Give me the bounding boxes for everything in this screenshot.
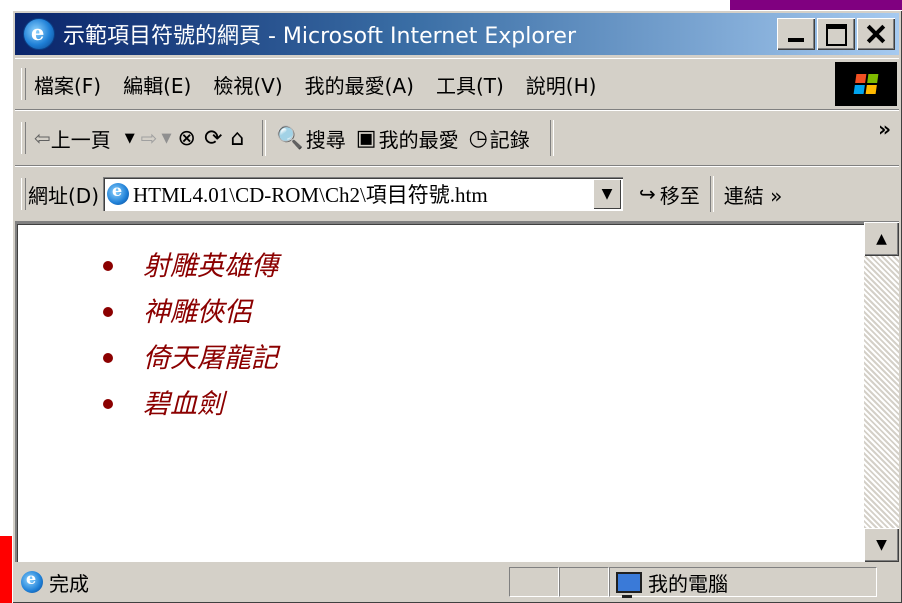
scroll-down-icon[interactable]: ▼ — [864, 528, 899, 562]
status-cell-progress — [509, 567, 559, 597]
stop-icon[interactable]: ⊗ — [178, 126, 196, 151]
status-page-icon — [21, 569, 43, 593]
history-icon: ◷ — [468, 125, 488, 151]
standard-toolbar: ⇦ 上一頁 ▼ ⇨ ▼ ⊗ ⟳ ⌂ 🔍 搜尋 ▣ 我的最愛 ◷ 記錄 » — [15, 110, 899, 166]
menu-file[interactable]: 檔案(F) — [34, 70, 101, 99]
go-arrow-icon: ↪ — [639, 182, 656, 206]
window-title: 示範項目符號的網頁 - Microsoft Internet Explorer — [63, 24, 576, 49]
page-icon — [107, 181, 130, 205]
favorites-label: 我的最愛 — [378, 127, 459, 152]
vertical-scrollbar[interactable]: ▲ ▼ — [864, 222, 899, 562]
forward-dropdown-icon[interactable]: ▼ — [162, 131, 172, 146]
menu-favorites[interactable]: 我的最愛(A) — [305, 70, 414, 99]
toolbar-separator-end — [549, 120, 554, 156]
back-label: 上一頁 — [50, 127, 111, 152]
status-text: 完成 — [49, 571, 89, 596]
addressbar-grip[interactable] — [21, 178, 26, 210]
bullet-icon — [103, 353, 113, 363]
maximize-button[interactable] — [817, 18, 855, 50]
links-button[interactable]: 連結 » — [724, 180, 783, 209]
list-item: 射雕英雄傳 — [103, 244, 278, 290]
scroll-up-icon[interactable]: ▲ — [864, 222, 899, 256]
forward-arrow-icon[interactable]: ⇨ — [141, 126, 158, 150]
my-computer-icon — [616, 571, 642, 598]
address-dropdown-icon[interactable]: ▼ — [593, 179, 622, 209]
menubar-grip[interactable] — [21, 68, 26, 100]
menu-tools[interactable]: 工具(T) — [436, 70, 504, 99]
search-icon: 🔍 — [276, 125, 304, 151]
page-content: 射雕英雄傳 神雕俠侶 倚天屠龍記 碧血劍 — [15, 222, 875, 562]
address-separator — [709, 176, 714, 212]
title-bar: 示範項目符號的網頁 - Microsoft Internet Explorer — [15, 13, 899, 55]
search-button[interactable]: 🔍 搜尋 — [276, 124, 345, 153]
toolbar-grip[interactable] — [21, 122, 26, 154]
minimize-button[interactable] — [777, 18, 815, 50]
windows-logo-icon — [835, 62, 897, 106]
close-button[interactable] — [857, 18, 895, 50]
bullet-icon — [103, 399, 113, 409]
address-field[interactable]: HTML4.01\CD-ROM\Ch2\項目符號.htm ▼ — [103, 177, 624, 211]
toolbar-more-chevron-icon[interactable]: » — [878, 117, 891, 141]
address-label: 網址(D) — [28, 183, 100, 208]
home-icon[interactable]: ⌂ — [230, 126, 244, 151]
list-item-text: 射雕英雄傳 — [143, 251, 278, 282]
list-item-text: 倚天屠龍記 — [143, 343, 278, 374]
history-button[interactable]: ◷ 記錄 — [469, 124, 530, 153]
zone-label: 我的電腦 — [648, 571, 728, 596]
go-label: 移至 — [659, 183, 700, 208]
back-button[interactable]: ⇦ 上一頁 — [34, 124, 111, 153]
favorites-button[interactable]: ▣ 我的最愛 — [356, 124, 459, 153]
ie-window: 示範項目符號的網頁 - Microsoft Internet Explorer … — [12, 10, 902, 603]
bullet-icon — [103, 307, 113, 317]
search-label: 搜尋 — [305, 127, 346, 152]
status-zone: 我的電腦 — [609, 567, 877, 598]
list-item-text: 碧血劍 — [143, 389, 224, 420]
toolbar-separator — [262, 120, 267, 156]
history-label: 記錄 — [489, 127, 530, 152]
menu-bar: 檔案(F) 編輯(E) 檢視(V) 我的最愛(A) 工具(T) 說明(H) — [15, 58, 899, 110]
address-bar: 網址(D) HTML4.01\CD-ROM\Ch2\項目符號.htm ▼ ↪ 移… — [15, 166, 899, 222]
back-dropdown-icon[interactable]: ▼ — [125, 131, 135, 146]
list-item: 碧血劍 — [103, 382, 278, 428]
back-arrow-icon: ⇦ — [34, 126, 51, 150]
menu-help[interactable]: 說明(H) — [526, 70, 597, 99]
status-bar: 完成 我的電腦 — [15, 564, 899, 600]
list-item-text: 神雕俠侶 — [143, 297, 251, 328]
window-controls — [777, 18, 895, 50]
menu-edit[interactable]: 編輯(E) — [123, 70, 191, 99]
ie-logo-icon[interactable] — [23, 18, 55, 50]
go-button[interactable]: ↪ 移至 — [639, 180, 700, 209]
list-item: 神雕俠侶 — [103, 290, 278, 336]
refresh-icon[interactable]: ⟳ — [204, 126, 222, 151]
bullet-icon — [103, 261, 113, 271]
address-url[interactable]: HTML4.01\CD-ROM\Ch2\項目符號.htm — [133, 179, 488, 209]
favorites-icon: ▣ — [355, 125, 377, 151]
menu-view[interactable]: 檢視(V) — [213, 70, 282, 99]
bullet-list: 射雕英雄傳 神雕俠侶 倚天屠龍記 碧血劍 — [103, 244, 278, 428]
list-item: 倚天屠龍記 — [103, 336, 278, 382]
status-cell-security — [559, 567, 609, 597]
